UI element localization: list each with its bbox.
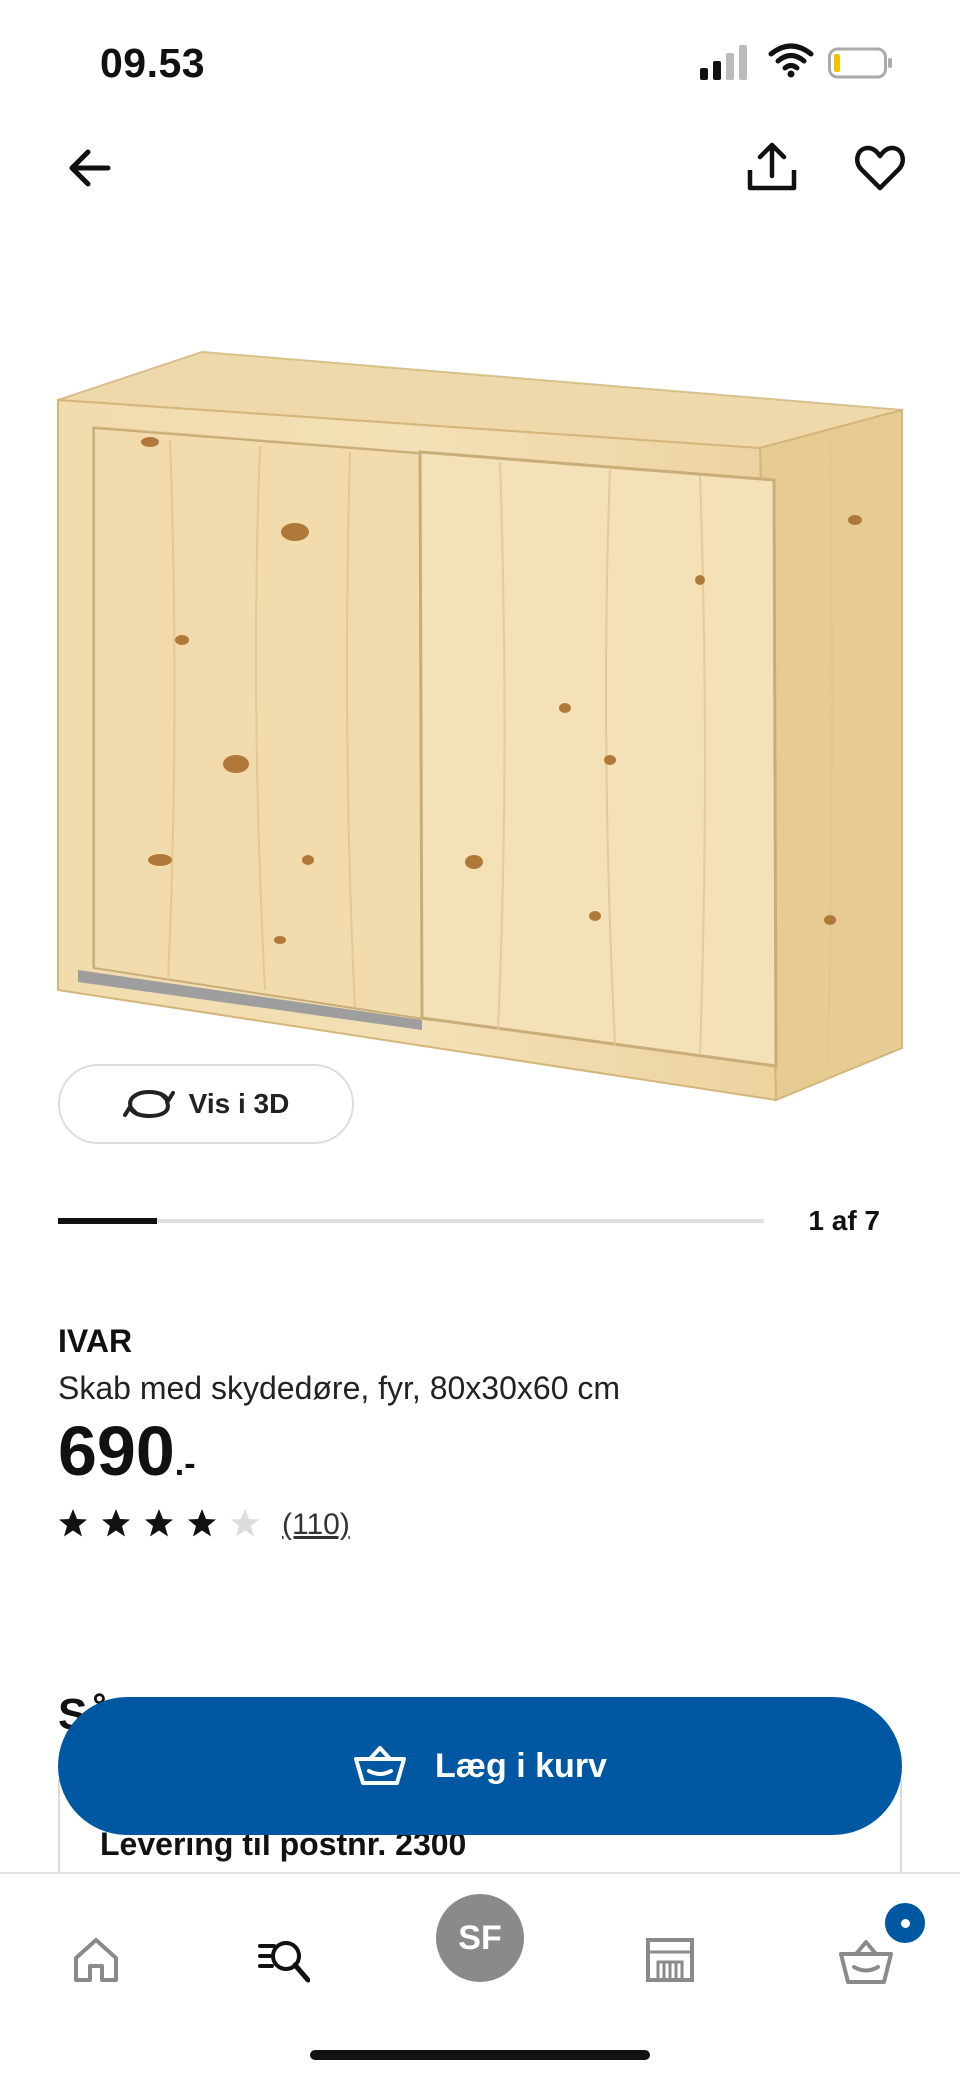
gallery-position: 1 af 7 [808,1205,880,1236]
product-brand: IVAR [58,1323,133,1359]
bottom-nav: SF [0,1872,960,2080]
rating-stars[interactable] [58,1508,260,1538]
product-description: Skab med skydedøre, fyr, 80x30x60 cm [58,1370,621,1406]
rotate-3d-icon [122,1089,175,1119]
price-suffix: .- [174,1445,196,1483]
share-icon[interactable] [744,140,800,196]
view-3d-button[interactable]: Vis i 3D [58,1064,354,1144]
battery-icon [828,47,892,79]
basket-icon [354,1746,407,1785]
search-list-icon[interactable] [258,1934,310,1986]
gallery-progress [58,1218,764,1224]
store-icon[interactable] [644,1934,696,1986]
add-to-cart-label: Læg i kurv [435,1746,607,1785]
back-arrow-icon[interactable] [62,140,118,196]
review-count-link[interactable]: (110) [282,1508,350,1542]
view-3d-label: Vis i 3D [188,1088,290,1119]
cart-badge [882,1900,928,1946]
product-price: 690.- [58,1416,196,1486]
wifi-icon [768,43,814,78]
gallery-progress-fill [58,1218,157,1224]
add-to-cart-button[interactable]: Læg i kurv [58,1697,902,1835]
star-filled-icon [188,1509,216,1537]
star-empty-icon [231,1509,259,1537]
cart-icon[interactable] [838,1936,894,1988]
star-filled-icon [145,1509,173,1537]
product-image[interactable] [50,340,910,1110]
avatar[interactable]: SF [436,1894,524,1982]
price-value: 690 [58,1412,175,1490]
home-icon[interactable] [70,1934,122,1986]
cellular-signal-icon [700,45,747,80]
heart-icon[interactable] [852,140,908,196]
home-indicator [310,2050,650,2060]
status-time: 09.53 [100,40,206,86]
star-filled-icon [59,1509,87,1537]
star-filled-icon [102,1509,130,1537]
